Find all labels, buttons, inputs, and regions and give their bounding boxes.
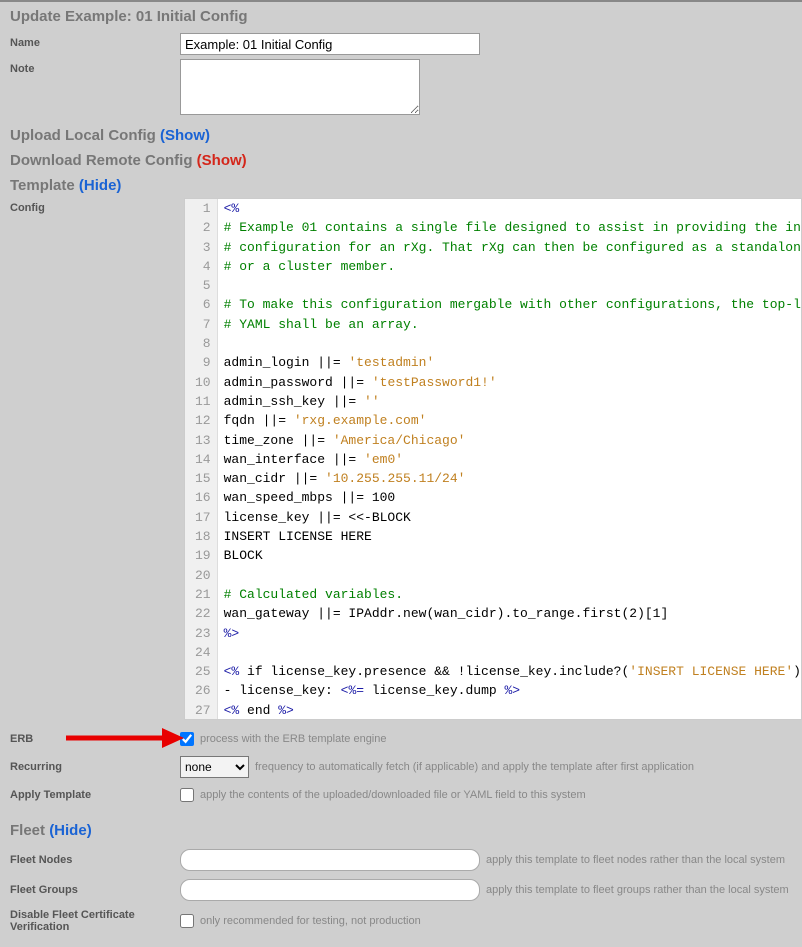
template-area: Config 1 2 3 4 5 6 7 8 9 10 11 12 13 14 … bbox=[0, 198, 802, 726]
template-toggle[interactable]: (Hide) bbox=[79, 177, 122, 194]
upload-toggle[interactable]: (Show) bbox=[160, 127, 210, 144]
section-template: Template (Hide) bbox=[0, 173, 802, 198]
update-config-panel: Update Example: 01 Initial Config Name N… bbox=[0, 0, 802, 947]
fleet-nodes-desc: apply this template to fleet nodes rathe… bbox=[486, 854, 785, 866]
recurring-select[interactable]: none bbox=[180, 756, 249, 778]
note-textarea[interactable] bbox=[180, 59, 420, 115]
section-fleet: Fleet (Hide) bbox=[0, 818, 802, 843]
note-label: Note bbox=[10, 59, 180, 75]
fleet-nodes-label: Fleet Nodes bbox=[10, 854, 180, 866]
disable-cert-desc: only recommended for testing, not produc… bbox=[200, 915, 421, 927]
fleet-label: Fleet bbox=[10, 822, 45, 839]
row-name: Name bbox=[10, 33, 792, 55]
config-label: Config bbox=[10, 198, 184, 214]
recurring-desc: frequency to automatically fetch (if app… bbox=[255, 761, 694, 773]
row-recurring: Recurring none frequency to automaticall… bbox=[10, 756, 792, 778]
recurring-label: Recurring bbox=[10, 761, 180, 773]
erb-label: ERB bbox=[10, 733, 180, 745]
row-fleet-nodes: Fleet Nodes apply this template to fleet… bbox=[10, 849, 792, 871]
fleet-options: Fleet Nodes apply this template to fleet… bbox=[0, 843, 802, 947]
fleet-toggle[interactable]: (Hide) bbox=[49, 822, 92, 839]
apply-label: Apply Template bbox=[10, 789, 180, 801]
fleet-groups-label: Fleet Groups bbox=[10, 884, 180, 896]
row-erb: ERB process with the ERB template engine bbox=[10, 732, 792, 746]
disable-cert-checkbox[interactable] bbox=[180, 914, 194, 928]
row-disable-cert: Disable Fleet Certificate Verification o… bbox=[10, 909, 792, 933]
row-fleet-groups: Fleet Groups apply this template to flee… bbox=[10, 879, 792, 901]
template-label: Template bbox=[10, 177, 75, 194]
apply-template-checkbox[interactable] bbox=[180, 788, 194, 802]
erb-desc: process with the ERB template engine bbox=[200, 733, 387, 745]
download-label: Download Remote Config bbox=[10, 152, 193, 169]
panel-title: Update Example: 01 Initial Config bbox=[0, 2, 802, 31]
section-download: Download Remote Config (Show) bbox=[0, 148, 802, 173]
form-body: Name Note bbox=[0, 31, 802, 123]
fleet-nodes-input[interactable] bbox=[180, 849, 480, 871]
download-toggle[interactable]: (Show) bbox=[197, 152, 247, 169]
config-code-editor[interactable]: 1 2 3 4 5 6 7 8 9 10 11 12 13 14 15 16 1… bbox=[184, 198, 802, 720]
fleet-groups-input[interactable] bbox=[180, 879, 480, 901]
row-apply-template: Apply Template apply the contents of the… bbox=[10, 788, 792, 802]
upload-label: Upload Local Config bbox=[10, 127, 156, 144]
apply-desc: apply the contents of the uploaded/downl… bbox=[200, 789, 586, 801]
name-label: Name bbox=[10, 33, 180, 49]
code-gutter: 1 2 3 4 5 6 7 8 9 10 11 12 13 14 15 16 1… bbox=[185, 199, 218, 719]
section-upload: Upload Local Config (Show) bbox=[0, 123, 802, 148]
disable-cert-label: Disable Fleet Certificate Verification bbox=[10, 909, 180, 933]
fleet-groups-desc: apply this template to fleet groups rath… bbox=[486, 884, 789, 896]
row-note: Note bbox=[10, 59, 792, 115]
template-options: ERB process with the ERB template engine… bbox=[0, 726, 802, 818]
name-input[interactable] bbox=[180, 33, 480, 55]
code-lines[interactable]: <% # Example 01 contains a single file d… bbox=[218, 199, 801, 719]
erb-checkbox[interactable] bbox=[180, 732, 194, 746]
